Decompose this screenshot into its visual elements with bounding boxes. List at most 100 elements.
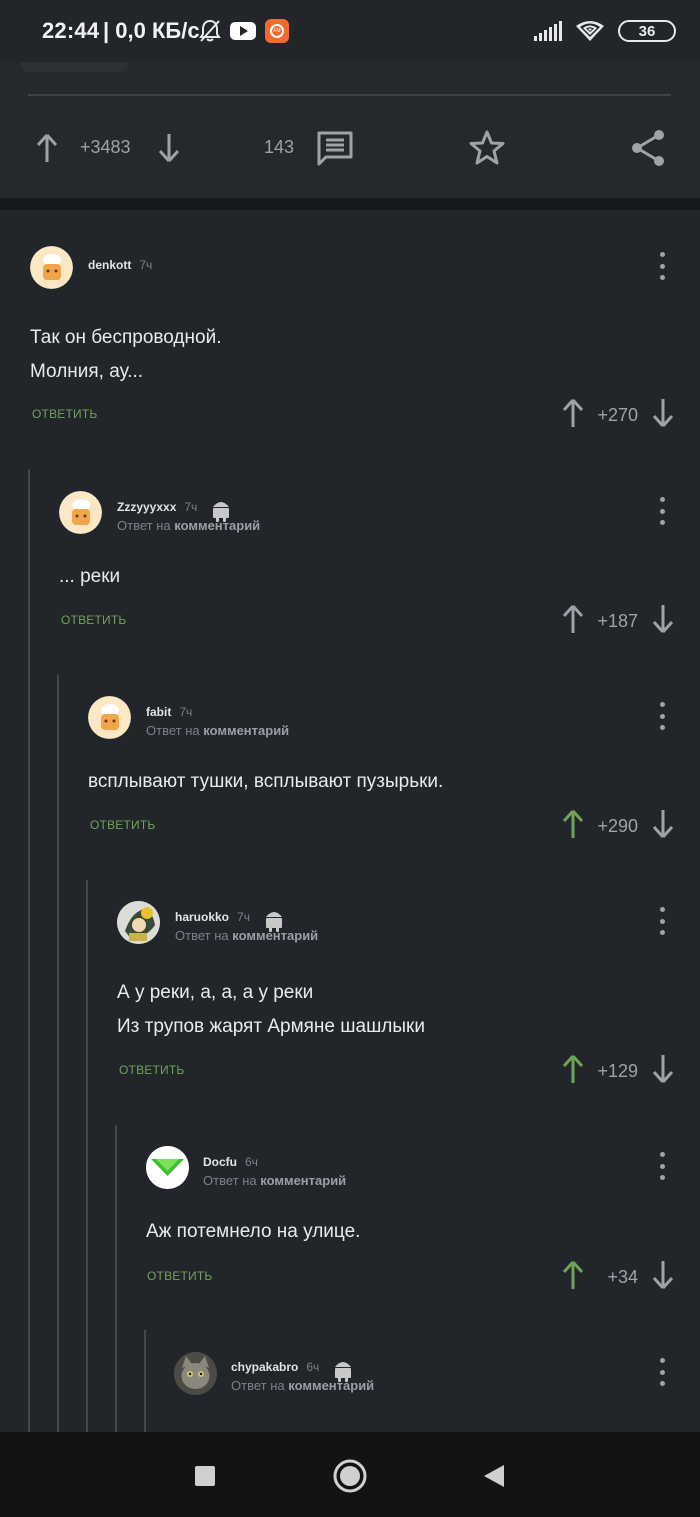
reply-to-link[interactable]: комментарий	[260, 1173, 346, 1188]
comment: fabit 7ч Ответ на комментарий всплывают т…	[0, 675, 700, 875]
comment-author[interactable]: haruokko	[175, 910, 229, 924]
comment-menu-button[interactable]	[652, 1152, 672, 1180]
post-share-button[interactable]	[628, 128, 668, 168]
android-icon	[213, 502, 229, 522]
comment-text-line: всплывают тушки, всплывают пузырьки.	[88, 771, 444, 792]
arrow-down-icon	[652, 1260, 674, 1289]
reply-to-label: Ответ на комментарий	[175, 928, 319, 943]
comment-time: 6ч	[245, 1155, 258, 1169]
bell-off-icon	[199, 19, 221, 42]
avatar[interactable]	[117, 901, 160, 944]
fm-radio-icon: FM	[265, 19, 289, 43]
back-button[interactable]	[474, 1456, 514, 1496]
comment: Zzzyyyxxx 7ч Ответ на комментарий ... рек…	[0, 470, 700, 670]
comment-downvote-button[interactable]	[652, 1054, 674, 1089]
comment-time: 6ч	[306, 1360, 320, 1374]
app-screen: 22:44 | 0,0 КБ/с FM 36 +3483 143 denkott…	[0, 0, 700, 1517]
star-icon	[469, 130, 505, 165]
post-upvote-button[interactable]	[32, 130, 62, 166]
arrow-up-icon	[562, 809, 584, 838]
arrow-up-icon	[36, 133, 58, 162]
wifi-icon	[576, 21, 604, 41]
reply-button[interactable]: ОТВЕТИТЬ	[32, 407, 97, 421]
comment-upvote-button[interactable]	[562, 809, 584, 844]
comment-score: +187	[597, 610, 638, 631]
post-comments-button[interactable]	[314, 128, 356, 168]
home-button[interactable]	[330, 1456, 370, 1496]
avatar[interactable]	[59, 491, 102, 534]
comment-score: +270	[597, 404, 638, 425]
reply-to-label: Ответ на комментарий	[146, 723, 290, 738]
comment-score: +34	[607, 1266, 638, 1287]
arrow-up-icon	[562, 1260, 584, 1289]
arrow-up-icon	[562, 398, 584, 427]
back-triangle-icon	[484, 1465, 504, 1487]
reply-button[interactable]: ОТВЕТИТЬ	[147, 1269, 212, 1283]
cook-avatar-icon	[88, 696, 131, 739]
reply-to-label: Ответ на комментарий	[203, 1173, 347, 1188]
comment-text-line: Молния, ау...	[30, 361, 144, 382]
comment-downvote-button[interactable]	[652, 1260, 674, 1295]
post-save-button[interactable]	[466, 128, 508, 168]
comment-text-line: Аж потемнело на улице.	[146, 1221, 361, 1242]
reply-button[interactable]: ОТВЕТИТЬ	[90, 818, 155, 832]
status-time: 22:44	[42, 18, 100, 43]
avatar[interactable]	[146, 1146, 189, 1189]
reply-to-link[interactable]: комментарий	[203, 723, 289, 738]
comment-text-line: Так он беспроводной.	[30, 327, 222, 348]
battery-indicator: 36	[618, 20, 676, 42]
comment-downvote-button[interactable]	[652, 398, 674, 433]
comment-text-line: ... реки	[59, 566, 121, 587]
comment-menu-button[interactable]	[652, 497, 672, 525]
arrow-down-icon	[652, 398, 674, 427]
comment-upvote-button[interactable]	[562, 1054, 584, 1089]
comment-author[interactable]: denkott	[88, 258, 131, 272]
avatar[interactable]	[88, 696, 131, 739]
status-bar: 22:44 | 0,0 КБ/с FM 36	[0, 0, 700, 62]
comment-author[interactable]: chypakabro	[231, 1360, 298, 1374]
post-action-bar: +3483 143	[0, 62, 700, 202]
signal-icon	[534, 21, 562, 41]
comment-menu-button[interactable]	[652, 702, 672, 730]
cook-avatar-icon	[30, 246, 73, 289]
section-separator	[0, 198, 700, 210]
green-triangle-avatar-icon	[146, 1146, 189, 1189]
comment-author[interactable]: fabit	[146, 705, 171, 719]
comment-author[interactable]: Docfu	[203, 1155, 237, 1169]
comment-author[interactable]: Zzzyyyxxx	[117, 500, 176, 514]
comment-text-line: Из трупов жарят Армяне шашлыки	[117, 1016, 425, 1037]
comment-score: +290	[597, 815, 638, 836]
post-downvote-button[interactable]	[154, 130, 184, 166]
comment-upvote-button[interactable]	[562, 604, 584, 639]
recent-apps-button[interactable]	[185, 1456, 225, 1496]
arrow-up-icon	[562, 604, 584, 633]
comment: Docfu 6ч Ответ на комментарий Аж потемнел…	[0, 1125, 700, 1325]
comment-menu-button[interactable]	[652, 252, 672, 280]
comment-menu-button[interactable]	[652, 1358, 672, 1386]
comment-downvote-button[interactable]	[652, 604, 674, 639]
comment-menu-button[interactable]	[652, 907, 672, 935]
comment: denkott 7ч Так он беспроводной. Молния, а…	[0, 210, 700, 450]
avatar[interactable]	[174, 1352, 217, 1395]
cat-avatar-icon	[174, 1352, 217, 1395]
cook-avatar-icon	[59, 491, 102, 534]
reply-button[interactable]: ОТВЕТИТЬ	[119, 1063, 184, 1077]
android-icon	[335, 1362, 351, 1382]
square-icon	[195, 1466, 215, 1486]
avatar[interactable]	[30, 246, 73, 289]
comment-upvote-button[interactable]	[562, 1260, 584, 1295]
arrow-up-icon	[562, 1054, 584, 1083]
youtube-icon	[230, 22, 256, 40]
comment: haruokko 7ч Ответ на комментарий А у реки…	[0, 880, 700, 1125]
comment-downvote-button[interactable]	[652, 809, 674, 844]
post-rating: +3483	[80, 137, 131, 157]
anime-avatar-icon	[117, 901, 160, 944]
reply-to-label: Ответ на комментарий	[117, 518, 261, 533]
comment-upvote-button[interactable]	[562, 398, 584, 433]
comment-time: 7ч	[237, 910, 250, 924]
network-speed: | 0,0 КБ/с	[103, 18, 200, 43]
comment-text-line: А у реки, а, а, а у реки	[117, 982, 314, 1003]
reply-button[interactable]: ОТВЕТИТЬ	[61, 613, 126, 627]
comment-score: +129	[597, 1060, 638, 1081]
comment: chypakabro 6ч Ответ на комментарий	[0, 1330, 700, 1432]
